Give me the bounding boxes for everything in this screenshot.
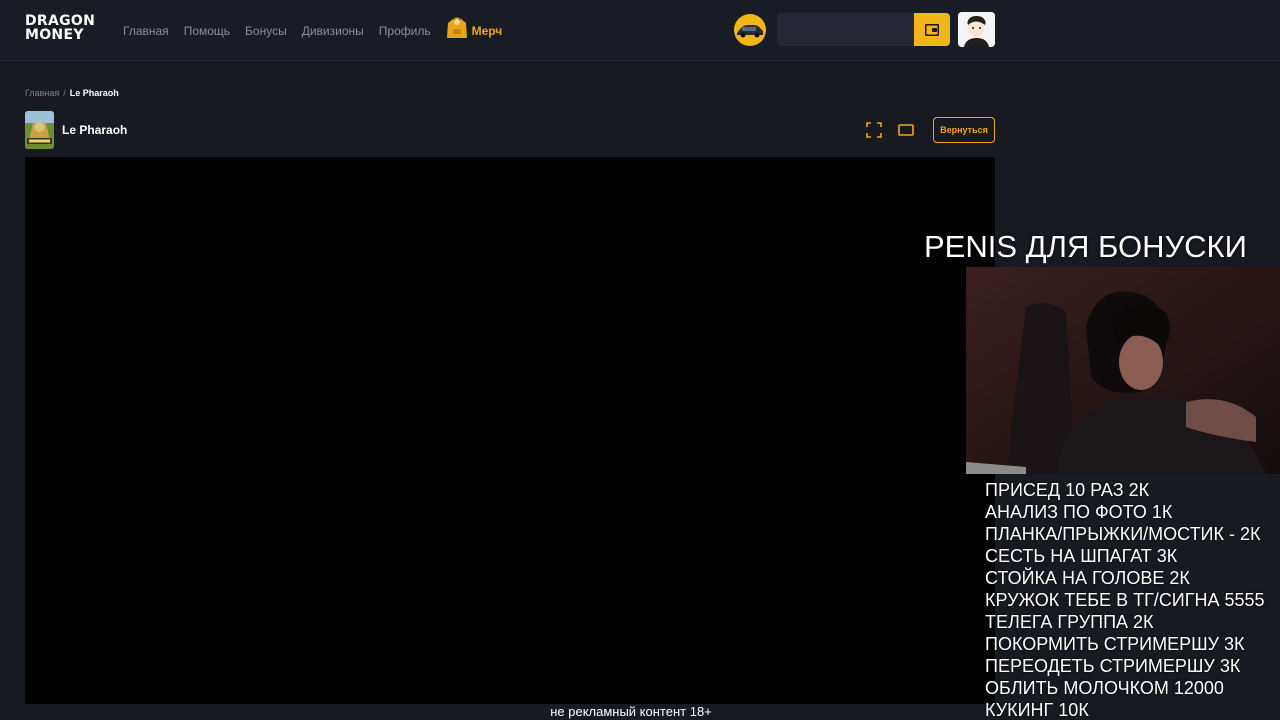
list-item: ТЕЛЕГА ГРУППА 2К	[985, 612, 1154, 632]
nav-item-bonuses[interactable]: Бонусы	[245, 24, 287, 38]
donation-price-list: ПРИСЕД 10 РАЗ 2К АНАЛИЗ ПО ФОТО 1К ПЛАНК…	[985, 479, 1280, 720]
breadcrumb-current: Le Pharaoh	[69, 88, 119, 98]
nav-item-help[interactable]: Помощь	[184, 24, 230, 38]
breadcrumb-separator: /	[63, 88, 66, 98]
list-item: ПРИСЕД 10 РАЗ 2К	[985, 480, 1150, 500]
hoodie-icon	[446, 17, 467, 38]
car-icon	[737, 25, 763, 38]
game-iframe[interactable]	[25, 157, 995, 704]
balance-input[interactable]	[777, 13, 914, 46]
list-item: КРУЖОК ТЕБЕ В ТГ/СИГНА 5555	[985, 590, 1265, 610]
pharaoh-thumbnail-image	[25, 111, 54, 149]
main-nav: Главная Помощь Бонусы Дивизионы Профиль …	[123, 17, 503, 40]
logo-line-1: DRAGON	[25, 13, 96, 29]
nav-item-home[interactable]: Главная	[123, 24, 169, 38]
fullscreen-button[interactable]	[866, 122, 882, 138]
list-item: ОБЛИТЬ МОЛОЧКОМ 12000	[985, 678, 1224, 698]
wallet-button[interactable]	[914, 13, 950, 46]
list-item: СЕСТЬ НА ШПАГАТ 3К	[985, 546, 1178, 566]
wallet-icon	[925, 23, 939, 36]
list-item: ПЕРЕОДЕТЬ СТРИМЕРШУ 3К	[985, 656, 1241, 676]
nav-item-merch[interactable]: Мерч	[446, 17, 503, 40]
list-item: АНАЛИЗ ПО ФОТО 1К	[985, 502, 1173, 522]
ad-disclaimer: не рекламный контент 18+	[550, 704, 712, 719]
stream-overlay-title: PENIS ДЛЯ БОНУСКИ	[924, 229, 1247, 264]
merch-label: Мерч	[471, 24, 503, 38]
breadcrumb: Главная / Le Pharaoh	[25, 88, 119, 98]
user-avatar[interactable]	[958, 12, 995, 47]
streamer-image	[966, 267, 1280, 474]
site-header: DRAGON MONEY Главная Помощь Бонусы Дивиз…	[0, 0, 1280, 61]
game-thumbnail	[25, 111, 54, 149]
dragon-money-logo[interactable]: DRAGON MONEY	[25, 14, 103, 42]
fullscreen-icon	[866, 122, 882, 138]
breadcrumb-home[interactable]: Главная	[25, 88, 59, 98]
car-giveaway-icon[interactable]	[734, 14, 766, 46]
list-item: СТОЙКА НА ГОЛОВЕ 2К	[985, 568, 1190, 588]
logo-line-2: MONEY	[25, 27, 84, 43]
webcam-feed	[966, 267, 1280, 474]
nav-item-profile[interactable]: Профиль	[379, 24, 431, 38]
nav-item-divisions[interactable]: Дивизионы	[302, 24, 364, 38]
avatar-icon	[958, 12, 995, 47]
list-item: ПЛАНКА/ПРЫЖКИ/МОСТИК - 2К	[985, 524, 1261, 544]
list-item: ПОКОРМИТЬ СТРИМЕРШУ 3К	[985, 634, 1245, 654]
theater-mode-button[interactable]	[898, 123, 914, 137]
game-title: Le Pharaoh	[62, 123, 128, 137]
theater-mode-icon	[898, 124, 914, 136]
back-button[interactable]: Вернуться	[933, 117, 995, 143]
